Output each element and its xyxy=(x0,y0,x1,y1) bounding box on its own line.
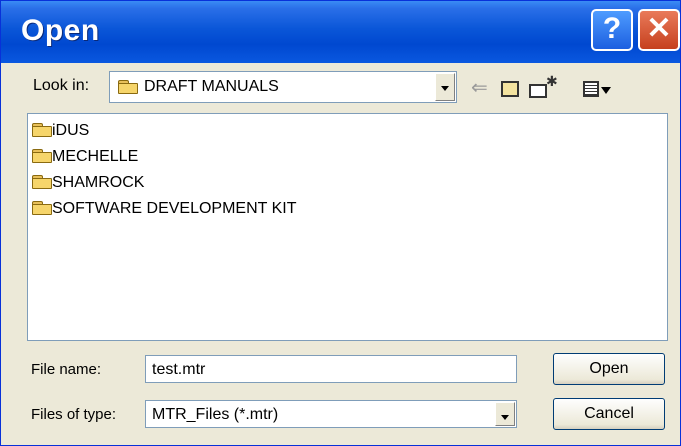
file-name-label: File name: xyxy=(31,361,102,378)
file-name-value: test.mtr xyxy=(152,361,206,378)
folder-icon xyxy=(32,123,52,137)
file-name: SOFTWARE DEVELOPMENT KIT xyxy=(52,200,297,217)
file-name: MECHELLE xyxy=(52,148,139,165)
file-type-dropdown[interactable]: MTR_Files (*.mtr) xyxy=(145,400,517,428)
chevron-down-icon[interactable] xyxy=(435,73,455,101)
file-type-label: Files of type: xyxy=(31,406,117,423)
folder-icon xyxy=(118,80,138,94)
folder-icon xyxy=(32,201,52,215)
dialog-title: Open xyxy=(21,14,100,47)
file-name-input[interactable]: test.mtr xyxy=(145,355,517,383)
help-button[interactable]: ? xyxy=(591,9,633,51)
open-button[interactable]: Open xyxy=(553,353,665,385)
chevron-down-icon[interactable] xyxy=(495,402,515,426)
new-folder-sparkle-icon: ✱ xyxy=(546,73,558,89)
view-menu-icon[interactable] xyxy=(583,81,599,97)
close-button[interactable]: ✕ xyxy=(638,9,680,51)
file-list[interactable]: iDUS MECHELLE SHAMROCK SOFTWARE DEVELOPM… xyxy=(27,113,668,341)
view-menu-arrow-icon[interactable] xyxy=(601,87,611,94)
create-new-folder-icon[interactable] xyxy=(529,84,547,98)
file-name: iDUS xyxy=(52,122,90,139)
open-dialog: Open ? ✕ Look in: DRAFT MANUALS ⇐ ✱ iDUS… xyxy=(0,0,681,446)
back-arrow-icon[interactable]: ⇐ xyxy=(471,77,488,99)
file-name: SHAMROCK xyxy=(52,174,145,191)
look-in-label: Look in: xyxy=(33,77,90,94)
file-type-value: MTR_Files (*.mtr) xyxy=(152,406,279,423)
cancel-button[interactable]: Cancel xyxy=(553,398,665,430)
folder-icon xyxy=(32,175,52,189)
folder-icon xyxy=(32,149,52,163)
title-bar[interactable]: Open ? ✕ xyxy=(1,1,680,63)
look-in-value: DRAFT MANUALS xyxy=(144,78,279,95)
look-in-dropdown[interactable]: DRAFT MANUALS xyxy=(109,71,457,103)
up-one-level-icon[interactable] xyxy=(501,81,519,97)
